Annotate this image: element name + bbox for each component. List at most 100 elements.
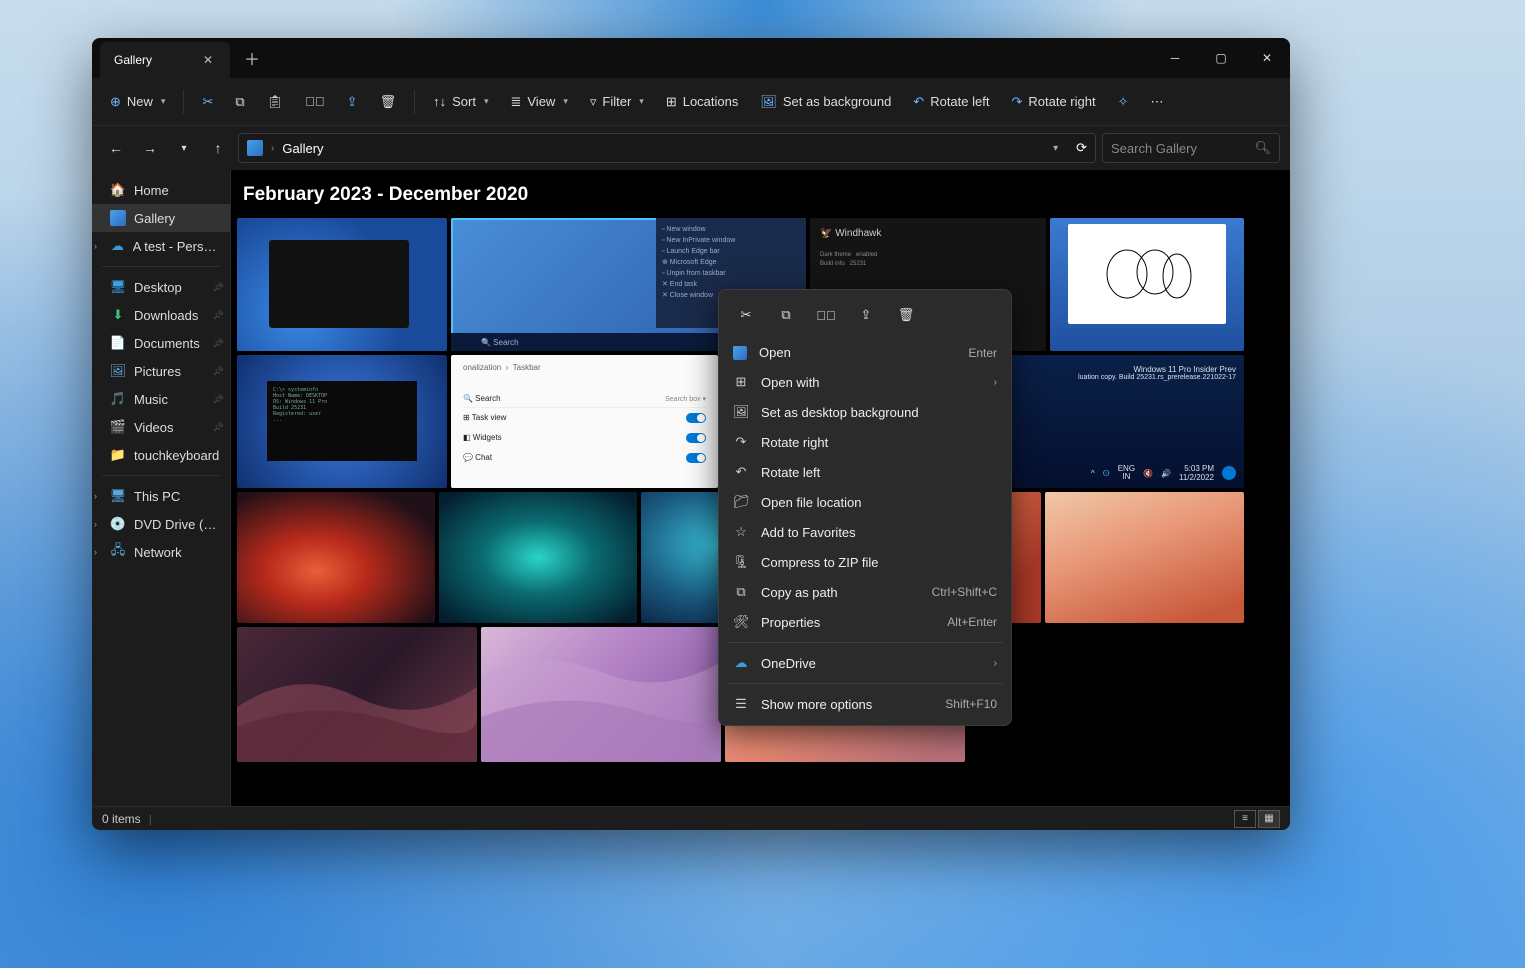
- minimize-button[interactable]: ─: [1152, 38, 1198, 78]
- toolbar: ⊕ New ▾ ✂ ⧉ 📋︎ ✎⃞ ⇪ 🗑︎ ↑↓ Sort ▾ ≣ View …: [92, 78, 1290, 126]
- thumbnail[interactable]: [1050, 218, 1244, 351]
- locations-button[interactable]: ⊞ Locations: [658, 88, 747, 116]
- maximize-button[interactable]: ▢: [1198, 38, 1244, 78]
- sidebar-item-pictures[interactable]: 🖼︎Pictures📌︎: [92, 357, 230, 385]
- tab-close-icon[interactable]: ✕: [200, 53, 216, 67]
- refresh-icon[interactable]: ⟳: [1076, 140, 1087, 156]
- set-background-button[interactable]: 🖼︎ Set as background: [752, 88, 899, 116]
- ctx-rename-button[interactable]: ✎⃞: [809, 300, 843, 330]
- network-icon: 🖧: [110, 544, 126, 560]
- more-button[interactable]: ⋯: [1142, 88, 1171, 116]
- paste-button[interactable]: 📋︎: [259, 88, 292, 116]
- window-controls: ─ ▢ ✕: [1152, 38, 1290, 78]
- thumbnail[interactable]: [237, 627, 477, 762]
- pin-icon: 📌︎: [213, 366, 224, 377]
- up-button[interactable]: ↑: [204, 134, 232, 162]
- rotate-left-button[interactable]: ↶ Rotate left: [905, 88, 997, 116]
- bird-icon: ✧: [1118, 94, 1129, 110]
- breadcrumb[interactable]: Gallery: [282, 141, 323, 156]
- thumbnail[interactable]: [1045, 492, 1244, 623]
- copy-button[interactable]: ⧉: [227, 88, 252, 116]
- search-input[interactable]: Search Gallery 🔍︎: [1102, 133, 1280, 163]
- documents-icon: 📄: [110, 335, 126, 351]
- sidebar-item-dvd[interactable]: ›💿DVD Drive (D:) CCC: [92, 510, 230, 538]
- thumbnail[interactable]: onalization › Taskbar🔍 SearchSearch box …: [451, 355, 718, 488]
- sidebar-item-network[interactable]: ›🖧Network: [92, 538, 230, 566]
- sidebar-item-gallery[interactable]: Gallery: [92, 204, 230, 232]
- file-explorer-window: Gallery ✕ ＋ ─ ▢ ✕ ⊕ New ▾ ✂ ⧉ 📋︎ ✎⃞ ⇪ 🗑︎…: [92, 38, 1290, 830]
- sort-icon: ↑↓: [433, 94, 446, 109]
- thumbnail[interactable]: [439, 492, 637, 623]
- videos-icon: 🎬: [110, 419, 126, 435]
- ctx-open-location[interactable]: 📁︎Open file location: [719, 487, 1011, 517]
- rename-button[interactable]: ✎⃞: [297, 88, 333, 115]
- view-button[interactable]: ≣ View ▾: [502, 88, 575, 116]
- share-button[interactable]: ⇪: [339, 88, 366, 116]
- ellipsis-icon: ⋯: [1150, 94, 1163, 110]
- image-icon: 🖼︎: [733, 404, 749, 420]
- sidebar-item-atest[interactable]: ›☁A test - Personal: [92, 232, 230, 260]
- sidebar-item-desktop[interactable]: 🖥︎Desktop📌︎: [92, 273, 230, 301]
- delete-button[interactable]: 🗑︎: [372, 88, 405, 116]
- sidebar-item-documents[interactable]: 📄Documents📌︎: [92, 329, 230, 357]
- ctx-open-with[interactable]: ⊞Open with›: [719, 367, 1011, 397]
- new-button[interactable]: ⊕ New ▾: [102, 88, 173, 116]
- ctx-share-button[interactable]: ⇪: [849, 300, 883, 330]
- new-tab-button[interactable]: ＋: [230, 38, 274, 78]
- ctx-properties[interactable]: 🛠︎PropertiesAlt+Enter: [719, 607, 1011, 637]
- sidebar-item-thispc[interactable]: ›🖥︎This PC: [92, 482, 230, 510]
- ctx-show-more[interactable]: ☰Show more optionsShift+F10: [719, 689, 1011, 719]
- ctx-compress-zip[interactable]: 🗜︎Compress to ZIP file: [719, 547, 1011, 577]
- ctx-rotate-right[interactable]: ↷Rotate right: [719, 427, 1011, 457]
- close-button[interactable]: ✕: [1244, 38, 1290, 78]
- chevron-right-icon: ›: [94, 491, 97, 501]
- gallery-icon: [247, 140, 263, 156]
- chevron-right-icon: ›: [94, 241, 97, 251]
- sidebar: 🏠Home Gallery ›☁A test - Personal 🖥︎Desk…: [92, 170, 230, 806]
- ctx-set-background[interactable]: 🖼︎Set as desktop background: [719, 397, 1011, 427]
- ctx-cut-button[interactable]: ✂: [729, 300, 763, 330]
- ctx-open[interactable]: OpenEnter: [719, 338, 1011, 367]
- chevron-down-icon: ▾: [484, 96, 489, 107]
- cut-button[interactable]: ✂: [194, 88, 221, 116]
- thumbnail[interactable]: [237, 492, 435, 623]
- ctx-add-favorites[interactable]: ☆Add to Favorites: [719, 517, 1011, 547]
- ctx-copy-button[interactable]: ⧉: [769, 300, 803, 330]
- sidebar-item-music[interactable]: 🎵Music📌︎: [92, 385, 230, 413]
- ctx-copy-path[interactable]: ⧉Copy as pathCtrl+Shift+C: [719, 577, 1011, 607]
- windhawk-button[interactable]: ✧: [1110, 88, 1137, 116]
- ctx-delete-button[interactable]: 🗑︎: [889, 300, 923, 330]
- recent-button[interactable]: ▾: [170, 134, 198, 162]
- sidebar-item-touchkeyboard[interactable]: 📁touchkeyboard: [92, 441, 230, 469]
- thumbnails-view-button[interactable]: ▦: [1258, 810, 1280, 828]
- cloud-icon: ☁: [733, 655, 749, 671]
- thumbnail[interactable]: [237, 218, 447, 351]
- sidebar-item-home[interactable]: 🏠Home: [92, 176, 230, 204]
- details-view-button[interactable]: ≡: [1234, 810, 1256, 828]
- titlebar: Gallery ✕ ＋ ─ ▢ ✕: [92, 38, 1290, 78]
- rename-icon: ✎⃞: [816, 308, 836, 323]
- tab-title: Gallery: [114, 53, 152, 67]
- sidebar-item-downloads[interactable]: ⬇Downloads📌︎: [92, 301, 230, 329]
- forward-button[interactable]: →: [136, 134, 164, 162]
- tab-gallery[interactable]: Gallery ✕: [100, 42, 230, 78]
- sidebar-item-videos[interactable]: 🎬Videos📌︎: [92, 413, 230, 441]
- sort-button[interactable]: ↑↓ Sort ▾: [425, 88, 496, 115]
- address-bar[interactable]: › Gallery ▾ ⟳: [238, 133, 1096, 163]
- ctx-onedrive[interactable]: ☁OneDrive›: [719, 648, 1011, 678]
- filter-button[interactable]: ▿ Filter ▾: [582, 88, 652, 116]
- back-button[interactable]: ←: [102, 134, 130, 162]
- thumbnail[interactable]: C:\> systeminfoHost Name: DESKTOPOS: Win…: [237, 355, 447, 488]
- more-icon: ☰: [733, 696, 749, 712]
- dropdown-icon[interactable]: ▾: [1053, 143, 1058, 154]
- rotate-right-button[interactable]: ↷ Rotate right: [1003, 88, 1103, 116]
- thumbnail[interactable]: Windows 11 Pro Insider Prevluation copy.…: [994, 355, 1244, 488]
- rotate-left-icon: ↶: [913, 94, 924, 110]
- ctx-rotate-left[interactable]: ↶Rotate left: [719, 457, 1011, 487]
- context-menu-quick-actions: ✂ ⧉ ✎⃞ ⇪ 🗑︎: [719, 296, 1011, 338]
- thumbnail[interactable]: [481, 627, 721, 762]
- rotate-left-icon: ↶: [733, 464, 749, 480]
- separator: [102, 475, 220, 476]
- copy-icon: ⧉: [235, 94, 244, 110]
- chevron-down-icon: ▾: [563, 96, 568, 107]
